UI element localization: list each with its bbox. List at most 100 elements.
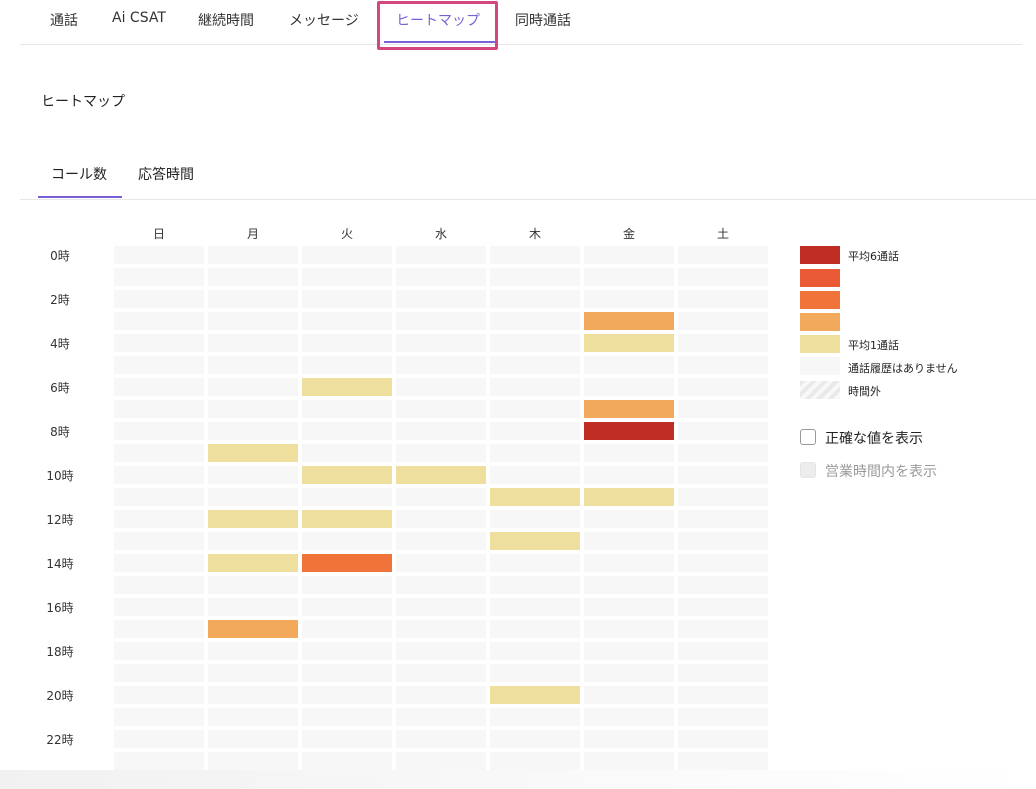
heatmap-cell — [208, 422, 298, 440]
heatmap-cell — [678, 686, 768, 704]
heatmap-cell — [490, 752, 580, 770]
heatmap-cell — [678, 378, 768, 396]
top-tab-bar: 通話 Ai CSAT 継続時間 メッセージ ヒートマップ 同時通話 — [20, 0, 1022, 45]
heatmap-cell — [208, 466, 298, 484]
heatmap-cell — [678, 312, 768, 330]
legend-swatch-level-1 — [800, 335, 840, 353]
heatmap-cell — [208, 620, 298, 638]
heatmap-cell — [208, 730, 298, 748]
heatmap-cell — [208, 356, 298, 374]
tab-response-time[interactable]: 応答時間 — [138, 164, 194, 184]
heatmap-cell — [114, 356, 204, 374]
heatmap-cell — [208, 664, 298, 682]
heatmap-cell — [584, 708, 674, 726]
hour-label: 8時 — [50, 425, 70, 439]
heatmap-cell — [678, 290, 768, 308]
heatmap-cell — [490, 642, 580, 660]
heatmap-cell — [396, 576, 486, 594]
show-exact-values-label[interactable]: 正確な値を表示 — [825, 428, 923, 448]
heatmap-cell — [302, 312, 392, 330]
heatmap-cell — [490, 598, 580, 616]
heatmap-cell — [396, 400, 486, 418]
heatmap-cell — [584, 422, 674, 440]
heatmap-cell — [302, 708, 392, 726]
heatmap-cell — [396, 290, 486, 308]
heatmap-cell — [584, 444, 674, 462]
heatmap-cell — [114, 532, 204, 550]
heatmap-cell — [490, 664, 580, 682]
heatmap-cell — [678, 576, 768, 594]
heatmap-cell — [584, 752, 674, 770]
heatmap-cell — [490, 686, 580, 704]
heatmap-cell — [114, 488, 204, 506]
heatmap-cell — [208, 510, 298, 528]
tab-duration[interactable]: 継続時間 — [198, 10, 254, 30]
page-title: ヒートマップ — [41, 94, 125, 110]
heatmap-cell — [678, 444, 768, 462]
heatmap-cell — [302, 356, 392, 374]
heatmap-cell — [396, 444, 486, 462]
heatmap-cell — [490, 554, 580, 572]
heatmap-cell — [396, 466, 486, 484]
hour-label: 14時 — [46, 557, 74, 571]
hour-label: 16時 — [46, 601, 74, 615]
heatmap-cell — [396, 356, 486, 374]
heatmap-cell — [302, 268, 392, 286]
tab-calls[interactable]: 通話 — [50, 10, 78, 30]
heatmap-cell — [208, 598, 298, 616]
heatmap-cell — [114, 334, 204, 352]
heatmap-cell — [114, 510, 204, 528]
heatmap-cell — [208, 532, 298, 550]
hour-label: 12時 — [46, 513, 74, 527]
heatmap-cell — [396, 422, 486, 440]
legend-label-max: 平均6通話 — [848, 250, 899, 263]
heatmap-cell — [114, 620, 204, 638]
legend-swatch-level-4 — [800, 291, 840, 309]
heatmap-cell — [396, 510, 486, 528]
heatmap-cell — [490, 290, 580, 308]
heatmap-cell — [114, 664, 204, 682]
heatmap-cell — [302, 290, 392, 308]
hour-label: 20時 — [46, 689, 74, 703]
legend-swatch-none — [800, 357, 840, 375]
tab-ai-csat[interactable]: Ai CSAT — [112, 10, 166, 26]
day-label: 水 — [434, 227, 447, 241]
legend-swatch-level-6 — [800, 246, 840, 264]
heatmap-cell — [396, 730, 486, 748]
heatmap-cell — [678, 488, 768, 506]
heatmap-cell — [678, 620, 768, 638]
heatmap-cell — [114, 642, 204, 660]
heatmap-cell — [396, 554, 486, 572]
heatmap-cell — [208, 488, 298, 506]
heatmap-cell — [114, 598, 204, 616]
show-exact-values-checkbox[interactable] — [800, 429, 816, 445]
legend-swatch-out-of-hours — [800, 381, 840, 399]
hour-label: 18時 — [46, 645, 74, 659]
heatmap-cell — [584, 400, 674, 418]
business-hours-checkbox[interactable] — [800, 462, 816, 478]
sub-tab-bar: コール数 応答時間 — [20, 150, 1036, 200]
heatmap-cell — [302, 598, 392, 616]
heatmap-cell — [490, 576, 580, 594]
tab-call-count[interactable]: コール数 — [51, 164, 107, 184]
legend-label-none: 通話履歴はありません — [848, 362, 958, 375]
tab-concurrent-calls[interactable]: 同時通話 — [515, 10, 571, 30]
heatmap-cell — [396, 268, 486, 286]
heatmap-cell — [302, 400, 392, 418]
heatmap-cell — [678, 334, 768, 352]
heatmap-cell — [208, 246, 298, 264]
heatmap-cell — [584, 576, 674, 594]
heatmap-cell — [208, 752, 298, 770]
heatmap-cell — [208, 312, 298, 330]
day-label: 月 — [246, 227, 259, 241]
heatmap-cell — [678, 532, 768, 550]
heatmap-cell — [302, 488, 392, 506]
heatmap-cell — [584, 378, 674, 396]
heatmap-cell — [678, 642, 768, 660]
heatmap-cell — [490, 246, 580, 264]
tab-messages[interactable]: メッセージ — [289, 10, 359, 30]
heatmap-cell — [584, 268, 674, 286]
sub-tab-indicator — [38, 196, 122, 198]
heatmap-cell — [302, 510, 392, 528]
heatmap-cell — [678, 400, 768, 418]
